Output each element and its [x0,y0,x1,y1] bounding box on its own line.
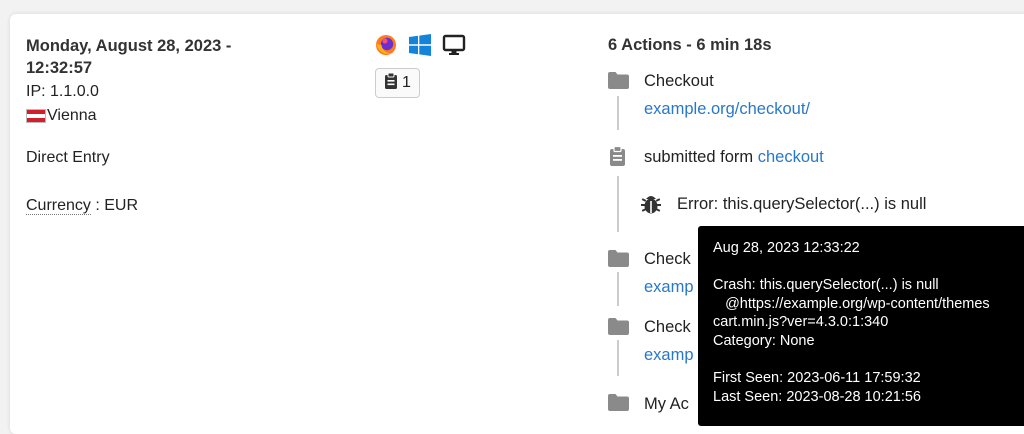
visitor-ip: IP: 1.1.0.0 [26,83,99,100]
action-form-submit: submitted form checkout [644,148,824,167]
action-connector [617,96,619,130]
action-connector [617,340,619,376]
actions-summary: 6 Actions - 6 min 18s [608,36,772,54]
action-connector [617,176,619,232]
bug-icon [640,193,662,220]
action-page-title: Check [644,318,691,336]
tooltip-timestamp: Aug 28, 2023 12:33:22 [713,240,860,256]
action-connector [617,272,619,306]
device-icons [374,33,466,62]
desktop-icon[interactable] [442,33,466,62]
tooltip-first-seen: First Seen: 2023-06-11 17:59:32 [713,370,921,387]
currency-label[interactable]: Currency [26,197,91,215]
action-page-url[interactable]: examp [644,346,694,365]
firefox-icon[interactable] [374,33,398,62]
folder-icon [608,318,629,340]
austria-flag-icon [26,109,46,123]
visitor-city: Vienna [47,107,97,124]
folder-icon [608,394,629,416]
action-page-url[interactable]: examp [644,278,694,297]
visit-date-line1: Monday, August 28, 2023 - [26,37,232,55]
visit-date-line2: 12:32:57 [26,59,93,77]
currency-info: Currency : EUR [26,197,138,215]
referrer-type: Direct Entry [26,149,110,166]
windows-icon[interactable] [408,33,432,62]
folder-icon [608,250,629,272]
tooltip-stack-line1: @https://example.org/wp-content/themes [713,295,990,312]
tooltip-category: Category: None [713,332,815,349]
folder-icon [608,72,629,94]
visitor-location: Vienna [26,107,97,125]
form-submit-prefix: submitted form [644,148,758,166]
tooltip-crash: Crash: this.querySelector(...) is null [713,277,939,294]
tooltip-stack-line2: cart.min.js?ver=4.3.0:1:340 [713,314,889,331]
action-page-title: Checkout [644,72,714,90]
form-name-link[interactable]: checkout [758,148,824,166]
visit-datetime: Monday, August 28, 2023 - 12:32:57 [26,35,316,79]
currency-value: : EUR [90,197,139,214]
action-page-url[interactable]: example.org/checkout/ [644,100,810,119]
forms-count-badge[interactable]: 1 [375,68,420,98]
clipboard-icon [609,145,626,171]
clipboard-icon [384,72,398,94]
forms-count: 1 [402,74,411,91]
action-page-title: Check [644,250,691,268]
error-tooltip: Aug 28, 2023 12:33:22 Crash: this.querySe… [698,226,1024,426]
action-page-title: My Ac [644,395,689,413]
error-message[interactable]: Error: this.querySelector(...) is null [677,195,926,214]
tooltip-last-seen: Last Seen: 2023-08-28 10:21:56 [713,388,921,405]
